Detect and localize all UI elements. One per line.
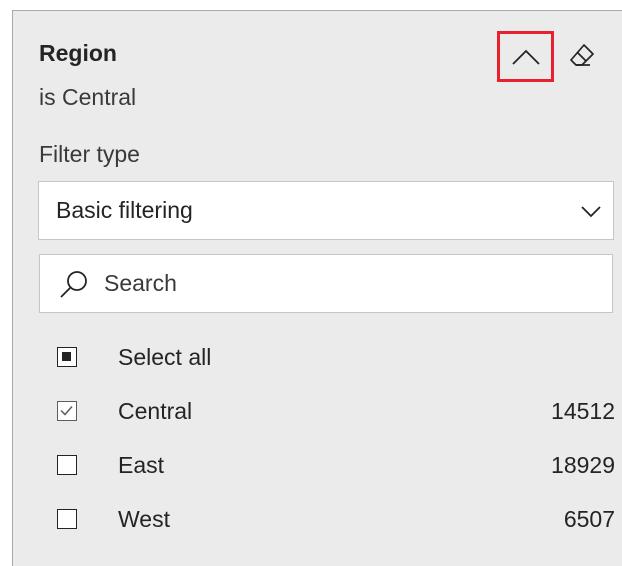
select-all-label: Select all [118, 344, 212, 370]
checkmark-icon [60, 406, 73, 416]
filter-title: Region [39, 40, 117, 66]
filter-type-label: Filter type [39, 141, 140, 167]
clear-filter-button[interactable] [565, 35, 599, 75]
checkbox-west[interactable] [57, 509, 77, 529]
filter-type-value: Basic filtering [56, 197, 193, 223]
chevron-up-icon [511, 49, 540, 65]
filter-card: Region is Central Filter type Basic filt… [12, 10, 622, 566]
checkbox-east[interactable] [57, 455, 77, 475]
list-item-label: West [118, 506, 170, 532]
eraser-icon [570, 44, 594, 66]
list-item-count: 18929 [551, 452, 615, 478]
list-item-central[interactable]: Central 14512 [57, 392, 615, 432]
list-item-count: 6507 [563, 506, 615, 532]
list-item-west[interactable]: West 6507 [57, 500, 615, 540]
collapse-filter-button[interactable] [497, 31, 554, 82]
list-item-count: 14512 [551, 398, 615, 424]
list-item-east[interactable]: East 18929 [57, 446, 615, 486]
select-all-row[interactable]: Select all [57, 338, 615, 378]
partial-check-icon [62, 352, 71, 361]
search-input[interactable] [104, 255, 604, 312]
checkbox-central[interactable] [57, 401, 77, 421]
filter-type-dropdown[interactable]: Basic filtering [38, 181, 614, 240]
list-item-label: Central [118, 398, 193, 424]
search-box [39, 254, 613, 313]
filter-summary: is Central [39, 84, 137, 110]
search-icon [60, 271, 87, 298]
select-all-checkbox[interactable] [57, 347, 77, 367]
chevron-down-icon [581, 206, 601, 218]
list-item-label: East [118, 452, 165, 478]
